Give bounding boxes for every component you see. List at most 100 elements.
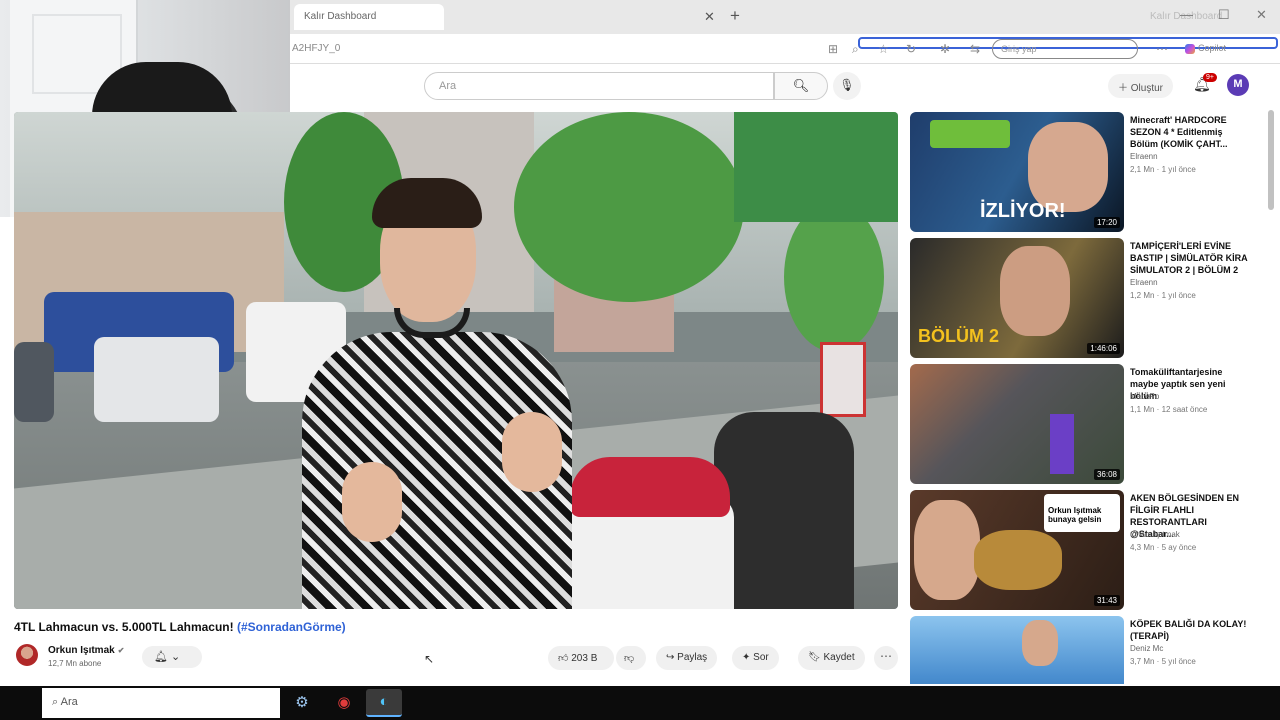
video-title-text: 4TL Lahmacun vs. 5.000TL Lahmacun! — [14, 620, 237, 634]
video-sign — [820, 342, 866, 417]
thumbnail-caption: Orkun Işıtmak bunaya gelsin — [1048, 506, 1102, 524]
thumbnail-burger — [974, 530, 1062, 590]
recommended-meta: 1,2 Mn · 1 yıl önce — [1130, 291, 1196, 300]
video-duration: 31:43 — [1093, 595, 1120, 606]
subscribed-bell-button[interactable]: 🔔︎ ⌄ — [142, 646, 202, 668]
sparkle-icon: ✦ — [742, 652, 754, 663]
video-duration: 17:20 — [1093, 217, 1120, 228]
recommended-video[interactable]: İZLİYOR! 17:20 Minecraft' HARDCORE SEZON… — [910, 112, 1270, 234]
more-actions-button[interactable]: ⋯ — [874, 646, 898, 670]
create-label: Oluştur — [1130, 83, 1164, 94]
search-button[interactable]: 🔍︎ — [774, 72, 828, 100]
more-tools-icon[interactable]: ⋯ — [1156, 42, 1168, 56]
recommended-video-title[interactable]: KÖPEK BALIĞI DA KOLAY! (TERAPİ) — [1130, 618, 1250, 642]
recommended-video-title[interactable]: TAMPİÇERİ'LERİ EVİNE BASTIP | SİMÜLATÖR … — [1130, 240, 1250, 276]
save-button[interactable]: 🔖︎ Kaydet — [798, 646, 865, 670]
video-thumbnail[interactable]: Orkun Işıtmak bunaya gelsin 31:43 — [910, 490, 1124, 610]
video-thumbnail[interactable]: İZLİYOR! 17:20 — [910, 112, 1124, 232]
bell-icon: 🔔︎ — [154, 651, 168, 663]
video-player[interactable] — [14, 112, 898, 609]
channel-name-text: Orkun Işıtmak — [48, 645, 115, 656]
video-car — [94, 337, 219, 422]
notification-badge: 9+ — [1203, 73, 1217, 82]
screen: Kalır Dashboard ✕ + Kalır Dashboard — ☐ … — [0, 0, 1280, 720]
extensions-icon[interactable]: ✲ — [940, 42, 950, 56]
video-thumbnail[interactable]: BÖLÜM 2 1:46:06 — [910, 238, 1124, 358]
search-input[interactable]: Ara — [424, 72, 774, 100]
recommended-video[interactable]: BÖLÜM 2 1:46:06 TAMPİÇERİ'LERİ EVİNE BAS… — [910, 238, 1270, 360]
browser-tab-bar: Kalır Dashboard ✕ + Kalır Dashboard — ☐ … — [290, 0, 1280, 34]
more-icon: ⋯ — [880, 649, 892, 663]
youtube-header: Ara 🔍︎ 🎙︎ ＋ Oluştur 🔔︎ 9+ M — [290, 64, 1280, 110]
thumbnail-caption: İZLİYOR! — [980, 200, 1066, 222]
share-button[interactable]: ↪ Paylaş — [656, 646, 718, 670]
ask-button[interactable]: ✦ Sor — [732, 646, 779, 670]
bookmark-icon: 🔖︎ — [808, 652, 824, 663]
recommended-channel[interactable]: MacePo — [1130, 392, 1250, 401]
edge-browser-icon[interactable]: ◐ — [366, 689, 402, 717]
video-scooter-front — [714, 412, 854, 609]
recommended-video-title[interactable]: Minecraft' HARDCORE SEZON 4 * Editlenmiş… — [1130, 114, 1250, 150]
video-awning — [734, 112, 898, 222]
profile-button[interactable]: Giriş yap — [992, 39, 1138, 59]
thumbnail-face — [1022, 620, 1058, 666]
dislike-button[interactable]: 👎︎ — [616, 646, 646, 670]
save-label: Kaydet — [823, 652, 855, 663]
like-button[interactable]: 👍︎ 203 B — [548, 646, 614, 670]
thumbnail-figure — [1050, 414, 1074, 474]
video-scooter-seat — [570, 457, 730, 517]
apps-icon[interactable]: ⊞ — [828, 42, 838, 56]
video-presenter-hand-left — [342, 462, 402, 542]
taskbar: ⌕ Ara ⚙ ◉ ◐ — [0, 686, 1280, 720]
copilot-icon — [1185, 43, 1195, 54]
recommended-channel[interactable]: Elraenn — [1130, 152, 1250, 161]
taskbar-search-input[interactable]: ⌕ Ara — [42, 688, 280, 718]
opera-gx-icon[interactable]: ◉ — [326, 689, 362, 717]
thumbs-down-icon: 👎︎ — [624, 653, 635, 664]
video-presenter-hand-right — [502, 412, 562, 492]
close-window-icon[interactable]: ✕ — [1256, 7, 1267, 23]
channel-name[interactable]: Orkun Işıtmak ✔ — [48, 645, 124, 656]
profile-label: Giriş yap — [1001, 44, 1037, 54]
address-bar: A2HFJY_0 ⊞ ⌕ ☆ ↻ ✲ ⇆ Giriş yap ⋯ Copilot — [290, 34, 1280, 64]
thumbnail-face — [1000, 246, 1070, 336]
voice-search-button[interactable]: 🎙︎ — [833, 72, 861, 100]
chevron-down-icon: ⌄ — [171, 651, 181, 663]
tab-close-icon[interactable]: ✕ — [704, 9, 715, 25]
steam-icon[interactable]: ⚙ — [284, 689, 320, 717]
copilot-button[interactable]: Copilot — [1185, 43, 1226, 54]
copilot-label: Copilot — [1198, 43, 1227, 53]
recommended-meta: 2,1 Mn · 1 yıl önce — [1130, 165, 1196, 174]
channel-avatar[interactable] — [16, 644, 38, 666]
favorite-icon[interactable]: ☆ — [878, 42, 889, 56]
split-screen-icon[interactable]: ⇆ — [970, 42, 980, 56]
microphone-icon: 🎙︎ — [839, 78, 855, 92]
plus-icon: ＋ — [1118, 83, 1131, 94]
video-title: 4TL Lahmacun vs. 5.000TL Lahmacun! (#Son… — [14, 620, 346, 634]
maximize-icon[interactable]: ☐ — [1218, 7, 1230, 23]
recommended-meta: 4,3 Mn · 5 ay önce — [1130, 543, 1197, 552]
recommended-video[interactable]: Orkun Işıtmak bunaya gelsin 31:43 AKEN B… — [910, 490, 1270, 612]
recommended-channel[interactable]: Orkun Işıtmak — [1130, 530, 1250, 539]
recommended-video[interactable]: KÖPEK BALIĞI DA KOLAY! (TERAPİ) Deniz Mc… — [910, 616, 1270, 684]
account-avatar[interactable]: M — [1227, 74, 1249, 96]
browser-tab[interactable]: Kalır Dashboard — [294, 4, 444, 30]
minimize-icon[interactable]: — — [1180, 7, 1193, 22]
taskbar-search-placeholder: Ara — [60, 696, 78, 708]
thumbnail-face — [1028, 122, 1108, 212]
create-button[interactable]: ＋ Oluştur — [1108, 74, 1174, 98]
video-hashtag-link[interactable]: (#SonradanGörme) — [237, 620, 346, 634]
recommended-video[interactable]: 36:08 Tomaküliftantarjesine maybe yaptık… — [910, 364, 1270, 486]
recommended-channel[interactable]: Elraenn — [1130, 278, 1250, 287]
page-scrollbar[interactable] — [1268, 110, 1274, 210]
thumbnail-caption: BÖLÜM 2 — [918, 326, 999, 346]
zoom-icon[interactable]: ⌕ — [852, 42, 859, 57]
new-tab-icon[interactable]: + — [730, 6, 740, 26]
video-thumbnail[interactable] — [910, 616, 1124, 684]
url-text[interactable]: A2HFJY_0 — [292, 43, 340, 54]
recommended-channel[interactable]: Deniz Mc — [1130, 644, 1250, 653]
video-car — [14, 342, 54, 422]
refresh-icon[interactable]: ↻ — [906, 42, 916, 56]
share-label: Paylaş — [677, 652, 708, 663]
video-thumbnail[interactable]: 36:08 — [910, 364, 1124, 484]
